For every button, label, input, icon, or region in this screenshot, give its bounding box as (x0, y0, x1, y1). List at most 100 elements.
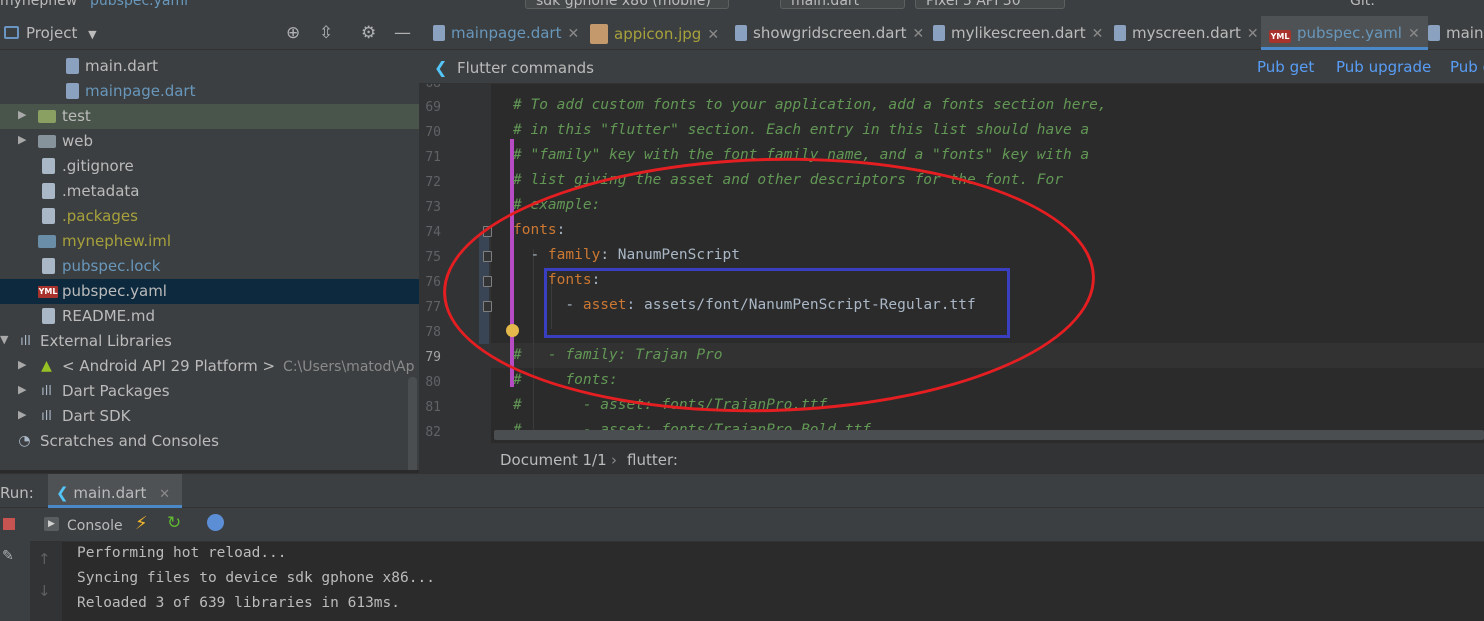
library-icon: ıll (20, 334, 31, 349)
tree-item-scratches[interactable]: ◔ Scratches and Consoles (0, 429, 419, 454)
hot-reload-icon[interactable]: ⚡ (135, 513, 148, 534)
expand-arrow-icon[interactable]: ▶ (18, 358, 26, 371)
project-panel-header: Project ▼ ⊕ ⇳ ⚙ — (0, 16, 419, 50)
tab-pubspec-yaml[interactable]: YML pubspec.yaml ✕ (1261, 16, 1428, 50)
partial-row (90, 50, 170, 52)
collapse-all-icon[interactable]: ⇳ (319, 23, 333, 43)
tree-item-dart-packages[interactable]: ▶ ıll Dart Packages (0, 379, 419, 404)
console-output[interactable]: Performing hot reload... Syncing files t… (62, 542, 1484, 621)
line-number: 75 (425, 250, 441, 265)
close-icon[interactable]: ✕ (567, 26, 579, 42)
close-icon[interactable]: ✕ (913, 26, 925, 42)
editor-scrollbar-horizontal[interactable] (494, 430, 1484, 440)
folder-icon (38, 135, 56, 148)
expand-arrow-icon[interactable]: ▶ (18, 383, 26, 396)
module-file-icon (38, 235, 56, 248)
dart-file-icon (1428, 25, 1440, 41)
tree-item-gitignore[interactable]: .gitignore (0, 154, 419, 179)
breadcrumb-node[interactable]: flutter: (627, 451, 678, 469)
run-side-toolbar: ✎ (0, 508, 30, 621)
close-icon[interactable]: ✕ (707, 27, 719, 43)
tree-item-test[interactable]: ▶ test (0, 104, 419, 129)
scroll-down-icon[interactable]: ↓ (38, 582, 51, 600)
scroll-up-icon[interactable]: ↑ (38, 550, 51, 568)
line-number: 80 (425, 375, 441, 390)
flutter-commands-bar: ❮ Flutter commands Pub get Pub upgrade P… (419, 50, 1484, 84)
locate-icon[interactable]: ⊕ (286, 23, 300, 43)
minimize-icon[interactable]: — (394, 23, 411, 43)
line-number: 77 (425, 300, 441, 315)
project-view-icon (4, 26, 19, 39)
tree-item-dart-sdk[interactable]: ▶ ıll Dart SDK (0, 404, 419, 429)
tree-item-mainpage-dart[interactable]: mainpage.dart (0, 79, 419, 104)
dart-devtools-icon[interactable] (207, 514, 224, 531)
console-tab[interactable]: Console (67, 518, 123, 534)
flutter-icon: ❮ (434, 58, 448, 77)
project-crumb[interactable]: mynephew (0, 0, 77, 9)
navigation-bar: mynephew pubspec.yaml sdk gphone x86 (mo… (0, 0, 1484, 16)
tree-item-pubspec-yaml[interactable]: YML pubspec.yaml (0, 279, 419, 304)
tree-item-pubspec-lock[interactable]: pubspec.lock (0, 254, 419, 279)
dart-file-icon (66, 58, 79, 74)
hot-restart-icon[interactable]: ↻ (167, 513, 181, 533)
chevron-down-icon[interactable]: ▼ (88, 28, 96, 41)
line-number: 69 (425, 100, 441, 115)
scratches-icon: ◔ (18, 433, 31, 449)
expand-arrow-icon[interactable]: ▶ (18, 408, 26, 421)
tree-scrollbar-vertical[interactable] (408, 377, 417, 470)
breadcrumb-document[interactable]: Document 1/1 (500, 451, 607, 469)
yaml-file-icon: YML (38, 286, 58, 298)
dart-file-icon (433, 25, 445, 41)
editor-tabs: mainpage.dart ✕ appicon.jpg ✕ showgridscre… (419, 16, 1484, 50)
tab-appicon-jpg[interactable]: appicon.jpg ✕ (590, 16, 719, 50)
run-toolbar: ▶ Console ⚡ ↻ (30, 508, 1484, 542)
collapse-arrow-icon[interactable]: ▼ (0, 333, 8, 346)
line-number: 76 (425, 275, 441, 290)
gear-icon[interactable]: ⚙ (361, 23, 376, 43)
git-label: Git: (1350, 0, 1375, 9)
project-tree: main.dart mainpage.dart ▶ test ▶ web .gi… (0, 50, 419, 470)
line-number: 68 (419, 84, 441, 91)
close-icon[interactable]: ✕ (1408, 26, 1420, 42)
file-crumb[interactable]: pubspec.yaml (90, 0, 188, 9)
dart-file-icon (1114, 25, 1126, 41)
close-icon[interactable]: ✕ (159, 487, 170, 502)
tree-item-main-dart[interactable]: main.dart (0, 54, 419, 79)
line-number: 72 (425, 175, 441, 190)
tree-item-readme[interactable]: README.md (0, 304, 419, 329)
run-config-combo[interactable]: sdk gphone x86 (mobile) (525, 0, 729, 9)
pub-get-link[interactable]: Pub get (1257, 58, 1314, 76)
device-combo[interactable]: Pixel 3 API 30 (915, 0, 1065, 9)
line-number: 70 (425, 125, 441, 140)
tab-myscreen-dart[interactable]: myscreen.dart ✕ (1114, 16, 1259, 50)
console-line: Syncing files to device sdk gphone x86..… (77, 570, 435, 586)
project-panel-title[interactable]: Project ▼ (26, 24, 97, 42)
pub-upgrade-link[interactable]: Pub upgrade (1336, 58, 1431, 76)
line-number: 73 (425, 200, 441, 215)
tab-mylikescreen-dart[interactable]: mylikescreen.dart ✕ (933, 16, 1103, 50)
pin-icon[interactable]: ✎ (2, 548, 14, 564)
flutter-commands-title: Flutter commands (457, 59, 594, 77)
tab-showgridscreen-dart[interactable]: showgridscreen.dart ✕ (735, 16, 924, 50)
close-icon[interactable]: ✕ (1247, 26, 1259, 42)
main-combo[interactable]: main.dart (780, 0, 905, 9)
code-line-69: # To add custom fonts to your applicatio… (513, 97, 1107, 113)
tree-item-packages[interactable]: .packages (0, 204, 419, 229)
dart-file-icon (735, 25, 747, 41)
expand-arrow-icon[interactable]: ▶ (18, 108, 26, 121)
tree-item-iml[interactable]: mynephew.iml (0, 229, 419, 254)
console-line: Performing hot reload... (77, 545, 287, 561)
tree-item-metadata[interactable]: .metadata (0, 179, 419, 204)
tree-item-external-libraries[interactable]: ▼ ıll External Libraries (0, 329, 419, 354)
run-tab-main-dart[interactable]: ❮ main.dart ✕ (48, 474, 183, 508)
close-icon[interactable]: ✕ (1092, 26, 1104, 42)
expand-arrow-icon[interactable]: ▶ (18, 133, 26, 146)
pub-outdated-link[interactable]: Pub o (1450, 58, 1484, 76)
android-icon: ▲ (41, 358, 52, 374)
tab-main-dart[interactable]: main. (1428, 16, 1484, 50)
tree-item-web[interactable]: ▶ web (0, 129, 419, 154)
tree-item-android-api[interactable]: ▶ ▲ < Android API 29 Platform > C:\Users\… (0, 354, 419, 379)
tab-mainpage-dart[interactable]: mainpage.dart ✕ (433, 16, 579, 50)
stop-icon[interactable] (3, 518, 15, 530)
line-number: 82 (425, 425, 441, 440)
